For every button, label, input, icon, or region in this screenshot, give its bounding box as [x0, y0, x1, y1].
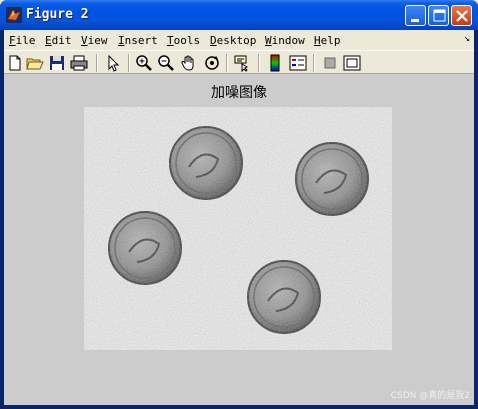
minimize-icon — [411, 19, 419, 22]
figure-window: Figure 2 File Edit View Insert Tools Des… — [0, 0, 478, 409]
menu-insert[interactable]: Insert — [118, 34, 158, 47]
noisy-coins-image — [84, 107, 392, 350]
save-icon[interactable] — [48, 54, 66, 72]
pan-hand-icon[interactable] — [180, 54, 198, 72]
minimize-button[interactable] — [405, 5, 426, 26]
menu-window[interactable]: Window — [265, 34, 305, 47]
toolbar-separator — [258, 54, 260, 72]
menu-edit[interactable]: Edit — [45, 34, 72, 47]
menu-view[interactable]: View — [81, 34, 108, 47]
dock-arrow-icon[interactable]: ↘ — [464, 33, 470, 44]
figure-toolbar — [4, 50, 474, 74]
toolbar-separator — [96, 54, 98, 72]
title-bar[interactable]: Figure 2 — [0, 0, 478, 30]
menu-desktop[interactable]: Desktop — [210, 34, 256, 47]
menu-bar: File Edit View Insert Tools Desktop Wind… — [4, 30, 474, 50]
new-figure-icon[interactable] — [6, 54, 24, 72]
menu-tools[interactable]: Tools — [167, 34, 200, 47]
close-button[interactable] — [451, 5, 472, 26]
data-cursor-icon[interactable] — [234, 54, 252, 72]
colorbar-icon[interactable] — [266, 54, 284, 72]
figure-client-area: File Edit View Insert Tools Desktop Wind… — [4, 30, 474, 405]
menu-help[interactable]: Help — [314, 34, 341, 47]
close-icon — [456, 10, 468, 22]
noisy-image — [84, 107, 392, 350]
rotate-3d-icon[interactable] — [203, 54, 221, 72]
edit-plot-arrow-icon[interactable] — [104, 54, 122, 72]
open-file-icon[interactable] — [26, 54, 44, 72]
maximize-icon — [433, 9, 446, 22]
zoom-in-icon[interactable] — [135, 54, 153, 72]
watermark: CSDN @真的是我2 — [390, 391, 470, 401]
toolbar-separator — [313, 54, 315, 72]
legend-icon[interactable] — [289, 54, 307, 72]
show-plot-tools-icon[interactable] — [343, 54, 361, 72]
maximize-button[interactable] — [428, 5, 449, 26]
window-title: Figure 2 — [26, 7, 89, 22]
toolbar-separator — [128, 54, 130, 72]
matlab-logo-icon — [6, 7, 22, 23]
toolbar-separator — [226, 54, 228, 72]
menu-file[interactable]: File — [9, 34, 36, 47]
figure-title: 加噪图像 — [211, 85, 267, 101]
hide-plot-tools-icon[interactable] — [321, 54, 339, 72]
print-icon[interactable] — [70, 54, 88, 72]
zoom-out-icon[interactable] — [157, 54, 175, 72]
